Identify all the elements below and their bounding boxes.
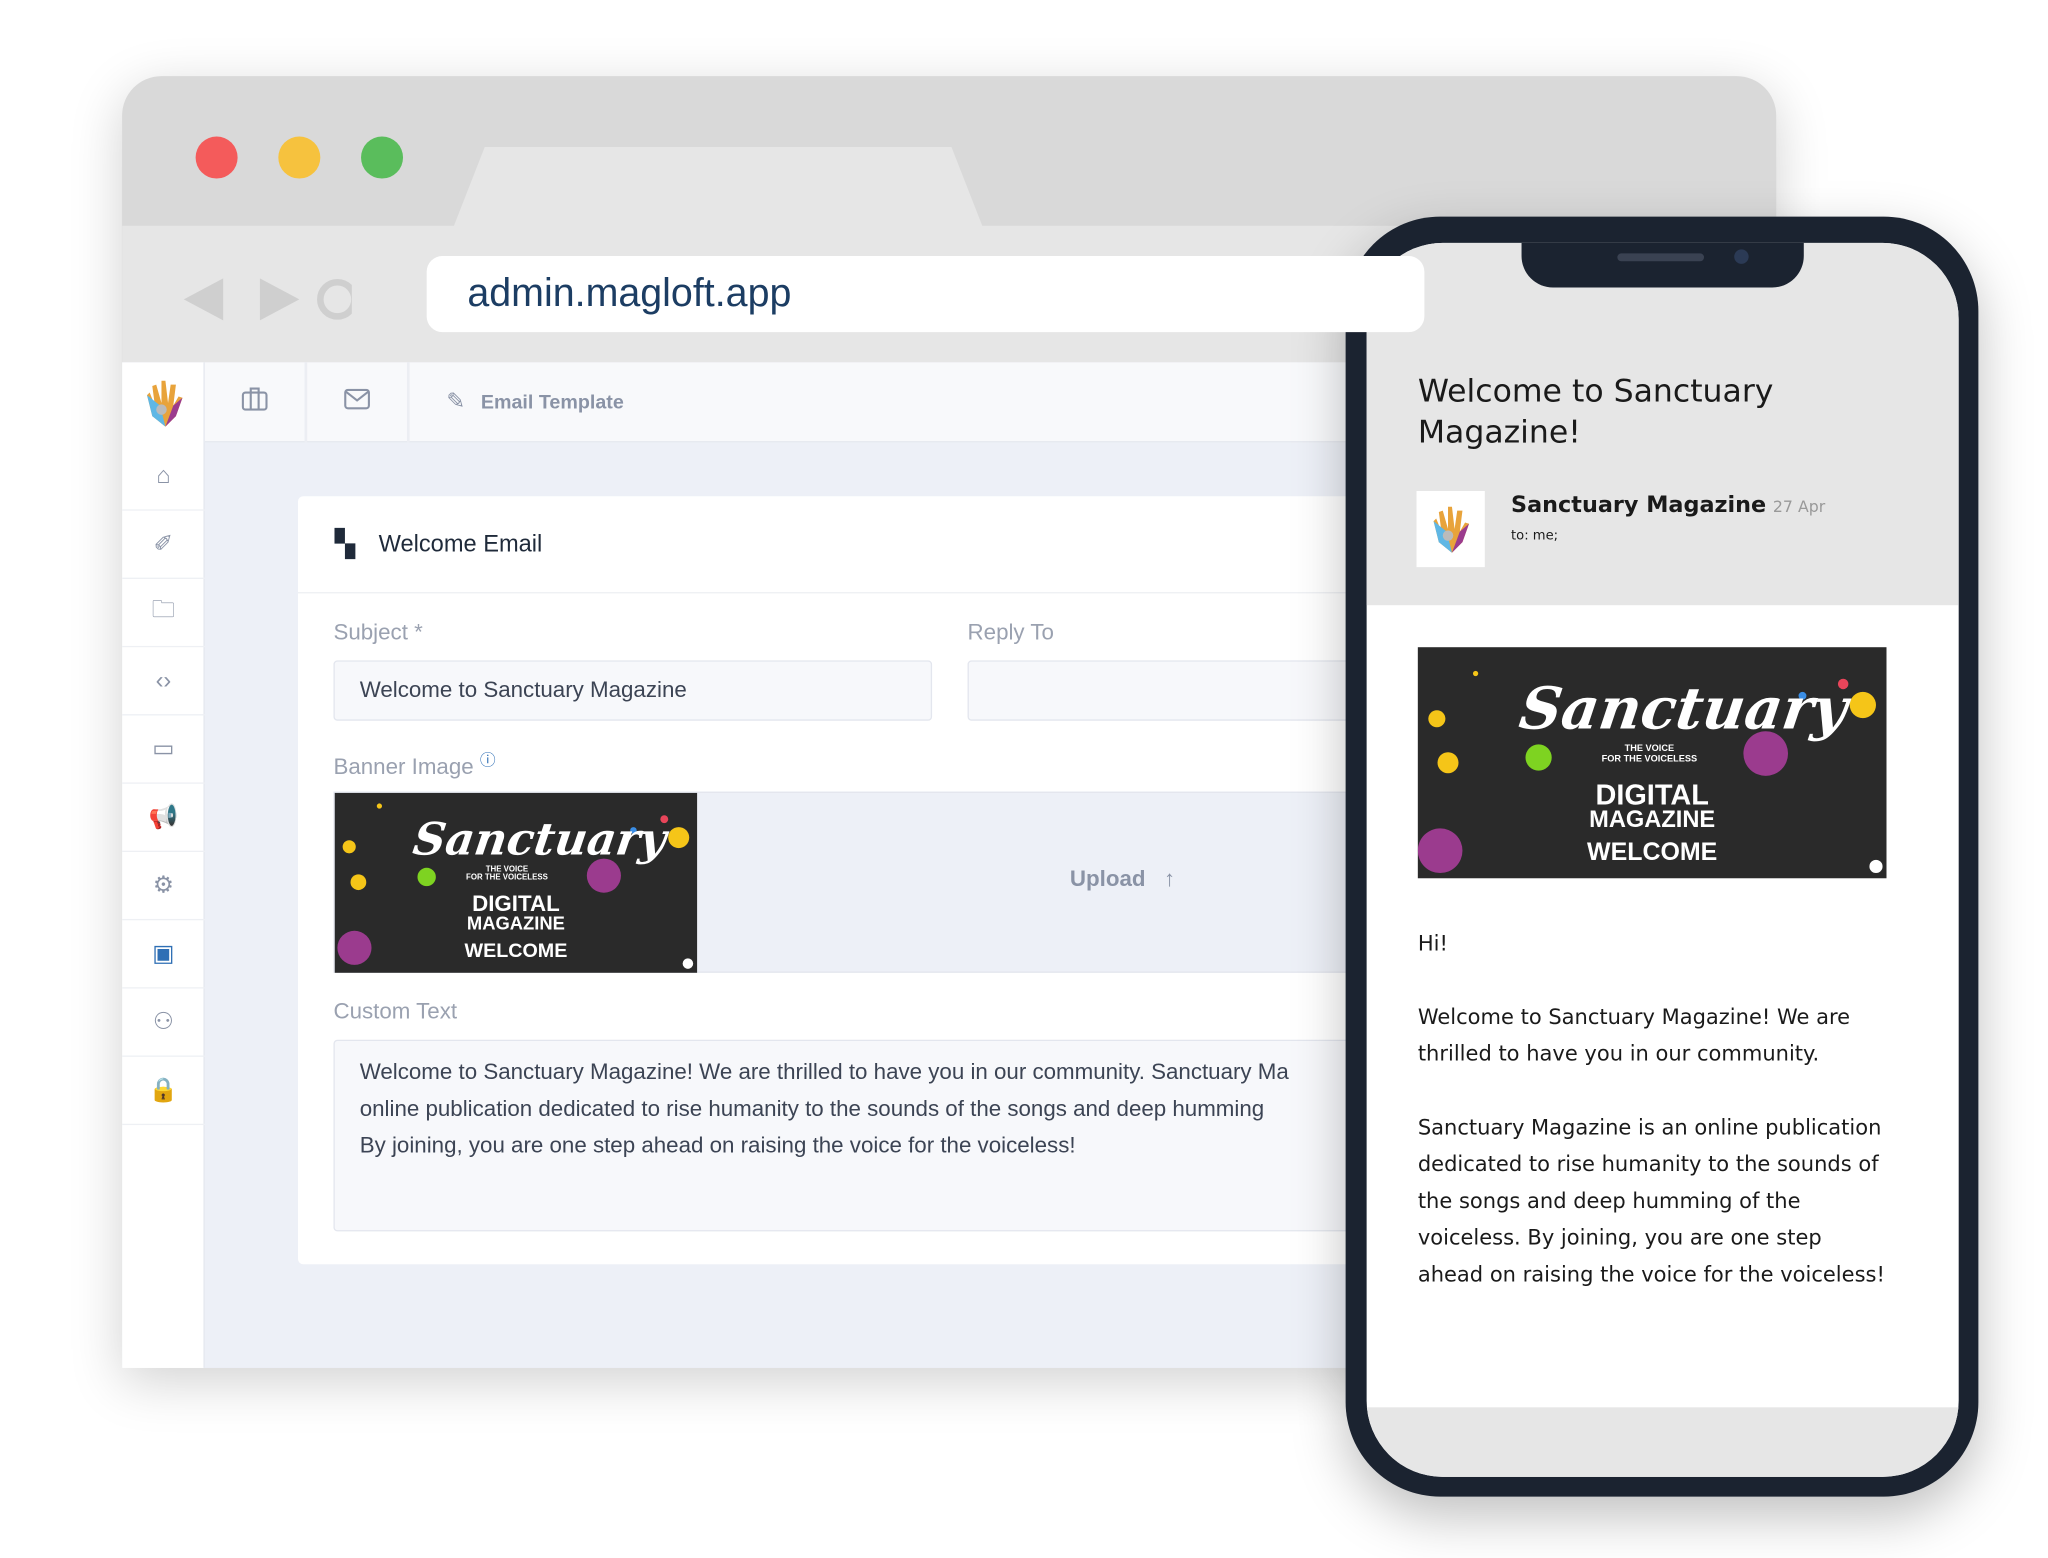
banner-line-3: WELCOME <box>464 939 568 963</box>
email-date: 27 Apr <box>1772 497 1826 516</box>
sidebar-item-megaphone[interactable]: 📢 <box>122 784 205 853</box>
envelope-icon <box>344 388 370 416</box>
breadcrumb-current: ✎ Email Template <box>410 362 661 442</box>
brush-icon: ✐ <box>153 530 174 557</box>
breadcrumb-email[interactable] <box>307 361 410 442</box>
breadcrumb-current-label: Email Template <box>480 390 624 413</box>
email-banner-line-3: WELCOME <box>1587 838 1718 867</box>
phone-notch <box>1521 242 1804 288</box>
arrow-up-icon: ↑ <box>1163 866 1176 892</box>
pencil-icon: ✎ <box>446 388 466 414</box>
email-banner-line-2: MAGAZINE <box>1589 806 1716 833</box>
sidebar-item-folder[interactable]: 🗀 <box>122 579 205 648</box>
upload-label: Upload <box>1069 866 1146 892</box>
email-greeting: Hi! <box>1417 930 1448 956</box>
phone-screen: Welcome to Sanctuary Magazine! Sanctuary… <box>1366 242 1959 1477</box>
settings-icon: ⚙ <box>152 871 175 898</box>
sidebar-item-lock[interactable]: 🔒 <box>122 1057 205 1126</box>
forward-icon <box>259 278 300 321</box>
sidebar-item-chat[interactable]: ▭ <box>122 715 205 784</box>
email-banner-tagline-1: THE VOICE <box>1624 744 1675 754</box>
chat-icon: ▭ <box>152 735 175 762</box>
banner-image: Sanctuary THE VOICE FOR THE VOICELESS DIG… <box>334 792 698 973</box>
email-subject: Welcome to Sanctuary Magazine! <box>1417 372 1774 451</box>
navigation-icons[interactable] <box>181 276 352 323</box>
subject-input[interactable]: Welcome to Sanctuary Magazine <box>333 660 933 721</box>
card-title: Welcome Email <box>378 530 543 557</box>
email-paragraph: Sanctuary Magazine is an online publicat… <box>1417 1114 1885 1287</box>
banner-line-2: MAGAZINE <box>466 912 565 934</box>
email-recipients: to: me; <box>1511 529 1559 544</box>
banner-tagline-1: THE VOICE <box>485 866 529 875</box>
sidebar-item-settings[interactable]: ⚙ <box>122 852 205 921</box>
minimize-window-button[interactable] <box>278 136 321 179</box>
template-icon: ▚ <box>334 530 355 560</box>
maximize-window-button[interactable] <box>361 136 404 179</box>
sidebar-item-home[interactable]: ⌂ <box>122 442 205 511</box>
email-paragraph: Welcome to Sanctuary Magazine! We are th… <box>1417 1004 1851 1066</box>
phone-mockup: Welcome to Sanctuary Magazine! Sanctuary… <box>1345 216 1979 1497</box>
email-banner-image: Sanctuary THE VOICE FOR THE VOICELESS DIG… <box>1417 647 1887 879</box>
megaphone-icon: 📢 <box>148 803 179 830</box>
banner-tagline-2: FOR THE VOICELESS <box>466 874 548 883</box>
back-icon <box>183 278 224 321</box>
users-icon: ⚇ <box>152 1008 175 1035</box>
sidebar-item-brush[interactable]: ✐ <box>122 511 205 579</box>
sidebar-item-briefcase[interactable]: ▣ <box>122 920 205 989</box>
sender-avatar <box>1416 490 1485 568</box>
email-header: Welcome to Sanctuary Magazine! Sanctuary… <box>1366 242 1959 606</box>
custom-text-label: Custom Text <box>333 999 458 1024</box>
camera-icon <box>1734 249 1749 264</box>
info-icon[interactable]: ⓘ <box>480 751 496 769</box>
briefcase-icon <box>241 386 268 417</box>
sender-name: Sanctuary Magazine <box>1511 492 1767 519</box>
email-footer <box>1366 1407 1959 1477</box>
code-icon: ‹› <box>155 666 172 694</box>
email-banner-tagline-2: FOR THE VOICELESS <box>1601 754 1698 765</box>
breadcrumb-briefcase[interactable] <box>205 361 308 442</box>
home-icon: ⌂ <box>156 462 171 489</box>
sidebar: ⌂ ✐ 🗀 ‹› ▭ 📢 ⚙ ▣ ⚇ 🔒 <box>122 362 205 1368</box>
reply-to-label: Reply To <box>967 619 1054 645</box>
subject-label: Subject * <box>333 619 423 645</box>
lock-icon: 🔒 <box>148 1076 179 1103</box>
briefcase-icon: ▣ <box>152 939 175 967</box>
folder-icon: 🗀 <box>151 595 176 622</box>
banner-image-label: Banner Image <box>333 754 474 780</box>
sidebar-item-users[interactable]: ⚇ <box>122 989 205 1057</box>
banner-line-1: DIGITAL <box>472 891 560 917</box>
address-bar[interactable]: admin.magloft.app <box>426 255 1425 333</box>
app-logo[interactable] <box>122 362 205 442</box>
browser-tab[interactable] <box>452 147 984 229</box>
banner-label-row: Banner Image ⓘ <box>333 748 495 780</box>
upload-button[interactable]: Upload ↑ <box>1070 866 1175 892</box>
email-banner-line-1: DIGITAL <box>1595 778 1709 812</box>
reload-icon <box>317 278 352 320</box>
email-banner-logo-text: Sanctuary <box>1515 676 1852 744</box>
close-window-button[interactable] <box>195 136 238 179</box>
sidebar-item-code[interactable]: ‹› <box>122 647 205 716</box>
banner-logo-text: Sanctuary <box>409 813 670 867</box>
